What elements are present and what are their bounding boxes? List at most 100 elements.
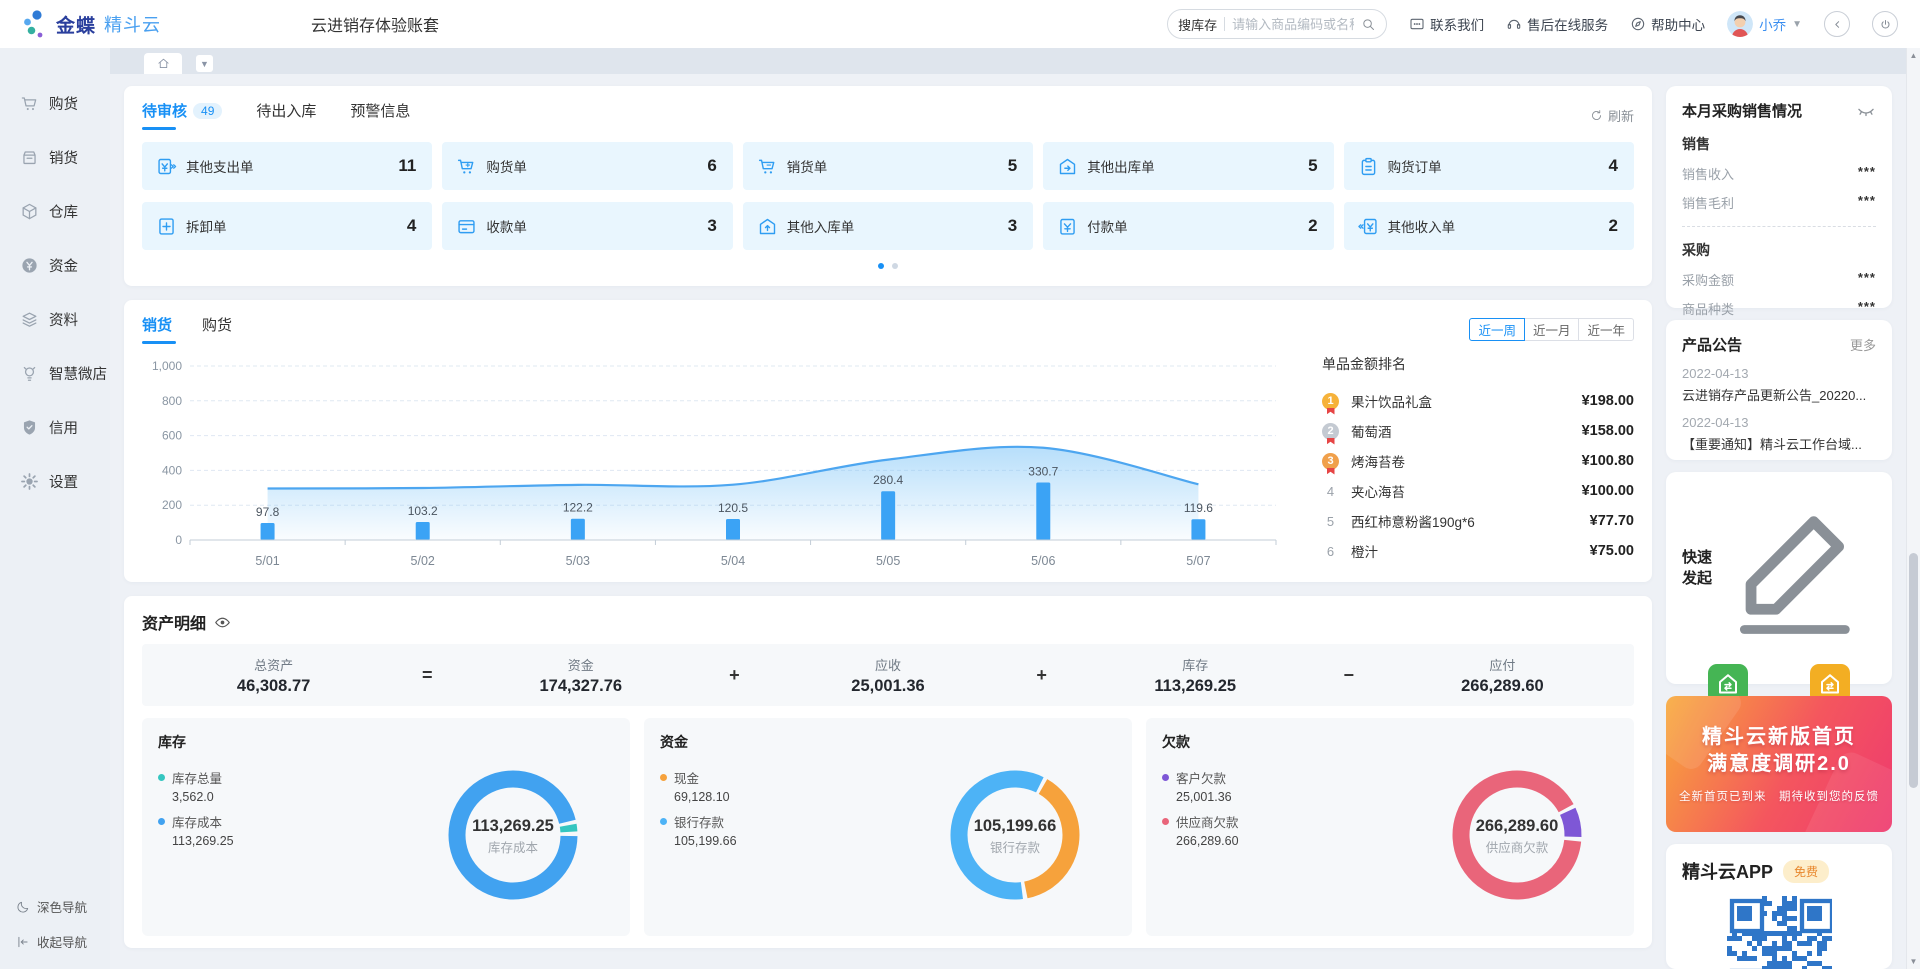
search-divider — [1224, 17, 1225, 31]
scroll-down-arrow-icon[interactable]: ▼ — [1907, 957, 1920, 966]
sidebar-item-sales[interactable]: 销货 — [0, 130, 110, 184]
formula-item-value: 25,001.36 — [756, 677, 1019, 696]
range-year-button[interactable]: 近一年 — [1578, 318, 1634, 341]
summary-row-label: 销售收入 — [1682, 164, 1734, 183]
page-scrollbar[interactable]: ▲ ▼ — [1906, 48, 1920, 969]
range-filter-group: 近一周 近一月 近一年 — [1469, 318, 1634, 341]
announcement-title-link[interactable]: 【重要通知】精斗云工作台域... — [1682, 434, 1876, 453]
ranking-item-amount: ¥158.00 — [1582, 423, 1634, 439]
help-center-link[interactable]: 帮助中心 — [1630, 14, 1705, 34]
logout-button[interactable] — [1872, 11, 1898, 37]
pagination-dot-2[interactable] — [892, 263, 898, 269]
summary-row: 销售毛利 *** — [1682, 193, 1876, 212]
tab-pending-stock-io[interactable]: 待出入库 — [256, 100, 316, 130]
pending-card-purchase-bill[interactable]: 购货单 6 — [442, 142, 732, 190]
ranking-row[interactable]: 1 果汁饮品礼盒 ¥198.00 — [1322, 386, 1634, 416]
tab-purchase-trend[interactable]: 购货 — [202, 314, 232, 344]
collapse-nav-toggle[interactable]: 收起导航 — [0, 932, 110, 951]
dark-nav-toggle[interactable]: 深色导航 — [0, 897, 110, 916]
ranking-row[interactable]: 6 橙汁 ¥75.00 — [1322, 536, 1634, 566]
formula-item-value: 266,289.60 — [1371, 677, 1634, 696]
ranking-item-amount: ¥75.00 — [1590, 543, 1634, 559]
closed-eye-icon[interactable] — [1856, 101, 1876, 121]
tab-sales-trend-label: 销货 — [142, 314, 172, 335]
search-scope-label[interactable]: 搜库存 — [1178, 15, 1217, 34]
yen-circle-icon — [20, 256, 39, 275]
sidebar-item-label: 资金 — [49, 255, 78, 276]
tab-list-dropdown[interactable]: ▼ — [196, 55, 213, 72]
ranking-row[interactable]: 3 烤海苔卷 ¥100.80 — [1322, 446, 1634, 476]
edit-pencil-icon[interactable] — [1714, 486, 1876, 648]
sidebar-item-data[interactable]: 资料 — [0, 292, 110, 346]
pending-card-other-inbound-bill[interactable]: 其他入库单 3 — [743, 202, 1033, 250]
formula-item-label: 总资产 — [142, 655, 405, 674]
survey-banner[interactable]: 精斗云新版首页 满意度调研2.0 全新首页已到来 期待收到您的反馈 — [1666, 696, 1892, 832]
power-icon — [1878, 17, 1893, 32]
ranking-row[interactable]: 2 葡萄酒 ¥158.00 — [1322, 416, 1634, 446]
sidebar-item-warehouse[interactable]: 仓库 — [0, 184, 110, 238]
pending-card-receipt-bill[interactable]: 收款单 3 — [442, 202, 732, 250]
pending-card-label: 其他入库单 — [787, 216, 855, 236]
legend-dot-icon — [158, 774, 165, 781]
pending-card-other-outbound-bill[interactable]: 其他出库单 5 — [1043, 142, 1333, 190]
brand-logo[interactable]: 金蝶 精斗云 — [22, 9, 161, 39]
cube-icon — [20, 202, 39, 221]
scrollbar-thumb[interactable] — [1909, 553, 1918, 788]
sidebar-item-purchase[interactable]: 购货 — [0, 76, 110, 130]
announcements-card: 产品公告 更多 2022-04-13 云进销存产品更新公告_20220... 2… — [1666, 320, 1892, 460]
eye-icon[interactable] — [214, 614, 231, 631]
legend-label: 客户欠款 — [1176, 768, 1226, 787]
inventory-search[interactable]: 搜库存 — [1167, 9, 1387, 39]
legend-value: 3,562.0 — [172, 790, 438, 804]
account-title: 云进销存体验账套 — [311, 12, 439, 36]
formula-item-value: 113,269.25 — [1064, 677, 1327, 696]
pending-audit-badge: 49 — [193, 103, 222, 119]
pending-card-payment-bill[interactable]: 付款单 2 — [1043, 202, 1333, 250]
range-week-button[interactable]: 近一周 — [1469, 318, 1525, 341]
svg-text:0: 0 — [175, 533, 182, 547]
store-icon — [20, 148, 39, 167]
workspace-tabstrip: ▼ — [110, 48, 1906, 74]
rank-number: 4 — [1322, 484, 1339, 499]
range-month-button[interactable]: 近一月 — [1524, 318, 1580, 341]
formula-item: 库存 113,269.25 — [1064, 655, 1327, 696]
refresh-button[interactable]: 刷新 — [1590, 106, 1634, 125]
pending-card-other-income-bill[interactable]: 其他收入单 2 — [1344, 202, 1634, 250]
user-menu[interactable]: 小乔 ▼ — [1727, 11, 1802, 37]
sidebar-item-smart-store[interactable]: 智慧微店 — [0, 346, 110, 400]
contact-us-link[interactable]: 联系我们 — [1409, 14, 1484, 34]
sidebar-item-funds[interactable]: 资金 — [0, 238, 110, 292]
svg-text:330.7: 330.7 — [1028, 464, 1058, 478]
pending-card-purchase-order[interactable]: 购货订单 4 — [1344, 142, 1634, 190]
cards-pagination — [142, 263, 1634, 269]
home-tab[interactable] — [144, 53, 182, 74]
back-button[interactable] — [1824, 11, 1850, 37]
sidebar-item-credit[interactable]: 信用 — [0, 400, 110, 454]
sidebar-item-settings[interactable]: 设置 — [0, 454, 110, 508]
legend-value: 25,001.36 — [1176, 790, 1442, 804]
after-sales-service-link[interactable]: 售后在线服务 — [1506, 14, 1608, 34]
sidebar-item-label: 购货 — [49, 93, 78, 114]
ranking-row[interactable]: 4 夹心海苔 ¥100.00 — [1322, 476, 1634, 506]
pending-card-sales-bill[interactable]: 销货单 5 — [743, 142, 1033, 190]
banner-subline: 全新首页已到来 期待收到您的反馈 — [1679, 788, 1879, 804]
announcement-title-link[interactable]: 云进销存产品更新公告_20220... — [1682, 385, 1876, 404]
pending-card-other-expense-bill[interactable]: 其他支出单 11 — [142, 142, 432, 190]
pending-card-label: 其他支出单 — [186, 156, 254, 176]
legend-value: 113,269.25 — [172, 834, 438, 848]
pay-doc-icon — [1057, 216, 1078, 237]
announcements-more-link[interactable]: 更多 — [1850, 335, 1876, 354]
donut-title: 库存 — [158, 732, 614, 752]
pagination-dot-1[interactable] — [878, 263, 884, 269]
scroll-up-arrow-icon[interactable]: ▲ — [1907, 51, 1920, 60]
svg-text:120.5: 120.5 — [718, 501, 748, 515]
search-icon[interactable] — [1361, 17, 1376, 32]
ranking-row[interactable]: 5 西红柿意粉酱190g*6 ¥77.70 — [1322, 506, 1634, 536]
tab-warning-info[interactable]: 预警信息 — [350, 100, 410, 130]
tab-pending-audit[interactable]: 待审核 49 — [142, 100, 222, 130]
tab-sales-trend[interactable]: 销货 — [142, 314, 172, 344]
pending-card-disassembly-bill[interactable]: 拆卸单 4 — [142, 202, 432, 250]
tab-pending-stock-io-label: 待出入库 — [256, 100, 316, 121]
house-out-icon — [1057, 156, 1078, 177]
search-input[interactable] — [1232, 17, 1354, 32]
